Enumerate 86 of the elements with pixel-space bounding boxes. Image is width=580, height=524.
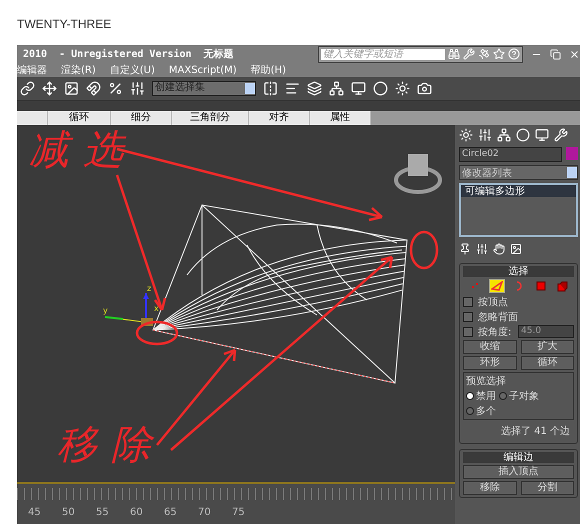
- circle-icon[interactable]: [373, 80, 388, 96]
- link-icon[interactable]: [20, 80, 35, 96]
- help-icon[interactable]: [508, 48, 520, 60]
- rollout-button[interactable]: 扩大: [520, 340, 574, 354]
- viewport[interactable]: y z x 减选 移除: [17, 125, 455, 484]
- object-color-swatch[interactable]: [566, 147, 578, 160]
- stack-item[interactable]: 可编辑多边形: [461, 185, 576, 197]
- checkbox[interactable]: [463, 326, 473, 336]
- menu-item[interactable]: 渲染(R): [61, 63, 96, 78]
- network-icon[interactable]: [329, 80, 344, 96]
- layers-icon[interactable]: [307, 80, 322, 96]
- ribbon-tab[interactable]: 属性: [310, 111, 371, 125]
- rollout-button[interactable]: 循环: [520, 356, 574, 370]
- group-title: 预览选择: [466, 374, 507, 388]
- menu-item[interactable]: 帮助(H): [250, 63, 286, 78]
- frame-number: 50: [62, 507, 76, 518]
- checkbox-label: 按角度:: [478, 326, 512, 338]
- dots-icon: [470, 281, 480, 291]
- close-icon[interactable]: [569, 48, 580, 60]
- frame-number: 70: [198, 507, 212, 518]
- sun-icon[interactable]: [395, 80, 410, 96]
- image-icon[interactable]: [510, 243, 522, 255]
- menu-item[interactable]: MAXScript(M): [168, 64, 237, 76]
- radio-option[interactable]: 子对象: [499, 389, 539, 403]
- selection-set-dropdown[interactable]: 创建选择集: [152, 80, 256, 96]
- frame-number: 75: [232, 507, 246, 518]
- handwritten-note: 减选: [29, 130, 137, 170]
- frame-number: 55: [96, 507, 110, 518]
- restore-icon[interactable]: [550, 48, 561, 60]
- rollout-button[interactable]: 插入顶点: [463, 465, 574, 479]
- menu-item[interactable]: 编辑器: [17, 63, 47, 78]
- window-title: 2010 - Unregistered Version 无标题: [23, 48, 234, 62]
- align-icon[interactable]: [285, 80, 300, 96]
- radio-option[interactable]: 禁用: [466, 389, 496, 403]
- binoculars-icon[interactable]: [448, 48, 460, 60]
- modifier-list-dropdown[interactable]: 修改器列表: [459, 165, 578, 180]
- frame-number: 65: [164, 507, 178, 518]
- monitor-icon[interactable]: [535, 128, 549, 142]
- checkbox[interactable]: [463, 296, 473, 306]
- mirror-icon[interactable]: [263, 80, 278, 96]
- cube-icon: [557, 280, 568, 292]
- angle-field[interactable]: 45.0: [518, 325, 574, 338]
- ribbon-tab[interactable]: 对齐: [249, 111, 310, 125]
- ribbon-tab[interactable]: 细分: [111, 111, 172, 125]
- wrench-icon[interactable]: [554, 128, 568, 142]
- monitor-icon[interactable]: [351, 80, 366, 96]
- rollout-button[interactable]: 环形: [463, 356, 516, 370]
- move-icon[interactable]: [42, 80, 57, 96]
- sliders-icon[interactable]: [478, 128, 492, 142]
- frame-number: 45: [28, 507, 42, 518]
- ribbon-tab[interactable]: 三角剖分: [172, 111, 249, 125]
- rollout-button[interactable]: 移除: [463, 481, 516, 495]
- network-icon[interactable]: [497, 128, 511, 142]
- rollout-button[interactable]: 分割: [520, 481, 574, 495]
- sliders-icon[interactable]: [130, 80, 145, 96]
- handwritten-note: 移除: [57, 425, 165, 465]
- page-heading: TWENTY-THREE: [16, 16, 112, 33]
- checkbox-label: 按顶点: [478, 296, 508, 308]
- camera-icon[interactable]: [417, 80, 432, 96]
- checkbox[interactable]: [463, 312, 473, 322]
- selection-status: 选择了 41 个边: [500, 424, 571, 439]
- magnet-icon[interactable]: [86, 80, 101, 96]
- frame-number: 60: [130, 507, 144, 518]
- circle-icon[interactable]: [516, 128, 530, 142]
- checkbox-label: 忽略背面: [478, 310, 518, 324]
- star-icon[interactable]: [493, 48, 505, 60]
- edge-level-button[interactable]: [488, 279, 504, 293]
- rollout-header[interactable]: 选择: [463, 266, 574, 277]
- ribbon-tab[interactable]: 循环: [48, 111, 111, 125]
- sliders-icon[interactable]: [476, 243, 488, 255]
- rollout-button[interactable]: 收缩: [463, 340, 516, 354]
- square-icon: [536, 281, 546, 291]
- axis-gizmo-drawing: y z x: [101, 283, 161, 333]
- image-icon[interactable]: [64, 80, 79, 96]
- timeline-ruler[interactable]: 45 50 55 60 65 70 75: [17, 484, 455, 524]
- object-name-field[interactable]: Circle02: [459, 147, 562, 162]
- pin-icon[interactable]: [459, 243, 471, 255]
- triangle-icon: [490, 281, 502, 291]
- element-level-button[interactable]: [554, 279, 570, 293]
- sun-icon[interactable]: [459, 128, 473, 142]
- rollout-header[interactable]: 编辑边: [463, 452, 574, 463]
- percent-icon[interactable]: [108, 80, 123, 96]
- menu-item[interactable]: 自定义(U): [110, 63, 155, 78]
- hand-icon[interactable]: [493, 243, 505, 255]
- radio-option[interactable]: 多个: [466, 404, 496, 418]
- satellite-icon[interactable]: [478, 48, 490, 60]
